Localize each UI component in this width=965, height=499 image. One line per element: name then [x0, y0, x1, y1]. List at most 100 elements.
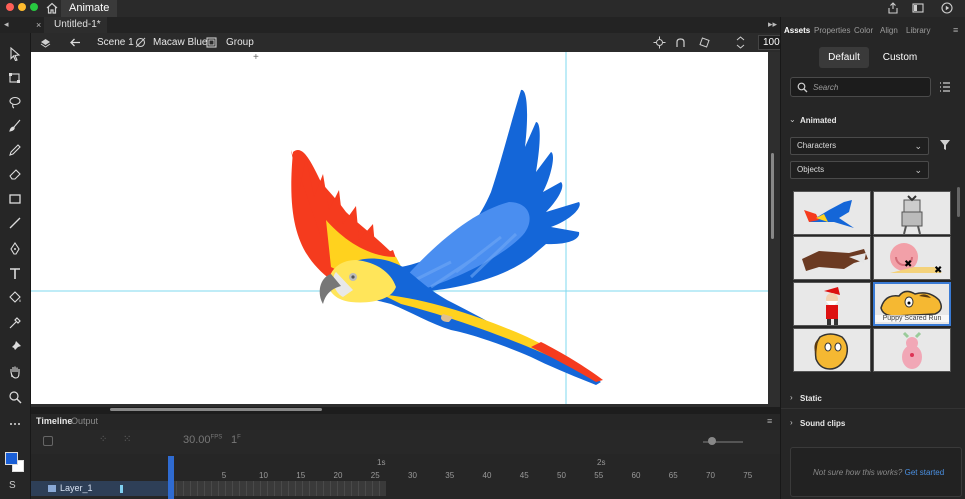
timeline-menu-icon[interactable]: ≡: [767, 416, 772, 426]
brush-icon[interactable]: [8, 119, 22, 133]
paint-bucket-icon[interactable]: [8, 291, 22, 305]
current-frame-display[interactable]: 1F: [231, 434, 241, 446]
clip-content-icon[interactable]: [674, 36, 687, 49]
home-icon[interactable]: [46, 2, 58, 14]
fill-color-swatch[interactable]: [5, 452, 18, 465]
text-icon[interactable]: [8, 267, 22, 281]
section-static[interactable]: Static: [800, 394, 822, 403]
lasso-icon[interactable]: [8, 95, 22, 109]
stage-horizontal-scrollbar[interactable]: [110, 408, 322, 411]
asset-thumb-macaw[interactable]: [793, 191, 871, 235]
tab-assets[interactable]: Assets: [784, 26, 810, 35]
chevron-down-icon[interactable]: ⌄: [789, 115, 796, 124]
close-window-button[interactable]: [6, 3, 14, 11]
ruler-tick-label: 30: [408, 471, 417, 480]
section-sound-clips[interactable]: Sound clips: [800, 419, 845, 428]
expand-panel-icon[interactable]: ▸▸: [768, 19, 777, 30]
close-tab-icon[interactable]: ×: [36, 20, 41, 30]
zoom-icon[interactable]: [8, 390, 22, 404]
ruler-tick-label: 10: [259, 471, 268, 480]
eraser-icon[interactable]: [8, 167, 22, 181]
stage-vertical-scrollbar[interactable]: [771, 153, 774, 239]
swap-colors-icon[interactable]: S: [9, 480, 16, 491]
more-icon[interactable]: [8, 417, 22, 431]
asset-thumb-snail[interactable]: ✖ ✖: [873, 236, 951, 280]
playhead[interactable]: [168, 456, 174, 499]
pen-icon[interactable]: [8, 242, 22, 256]
default-assets-button[interactable]: Default: [819, 47, 869, 68]
macaw-illustration[interactable]: +: [31, 52, 768, 404]
chevron-down-icon: ⌄: [914, 141, 922, 151]
symbol-breadcrumb[interactable]: Macaw Blue: [153, 33, 207, 52]
group-breadcrumb[interactable]: Group: [226, 33, 254, 52]
get-started-link[interactable]: Get started: [905, 468, 945, 477]
asset-thumb-pig[interactable]: [873, 328, 951, 372]
tab-color[interactable]: Color: [854, 26, 873, 35]
ruler-tick-label: 20: [333, 471, 343, 480]
onion-skin-icon[interactable]: [43, 436, 53, 446]
chevron-right-icon[interactable]: ›: [790, 393, 793, 402]
layers-icon[interactable]: ⁘: [99, 434, 107, 445]
layer-frames[interactable]: [170, 481, 386, 496]
minimize-window-button[interactable]: [18, 3, 26, 11]
search-box: [790, 77, 931, 97]
pencil-icon[interactable]: [8, 143, 22, 157]
back-arrow-icon[interactable]: [69, 36, 82, 49]
svg-text:✖: ✖: [904, 259, 912, 270]
tab-timeline[interactable]: Timeline: [36, 414, 72, 428]
ruler-tick-label: 50: [557, 471, 566, 480]
symbol-stack-icon[interactable]: [39, 36, 52, 49]
timeline-zoom-knob[interactable]: [708, 437, 716, 445]
free-transform-icon[interactable]: [8, 71, 22, 85]
assets-scrollbar[interactable]: [957, 187, 960, 217]
select-tool-icon[interactable]: [8, 46, 22, 62]
panel-menu-icon[interactable]: ≡: [953, 25, 958, 35]
pin-icon[interactable]: [8, 340, 22, 354]
edit-bar: Scene 1 Macaw Blue Group 100% ⌄: [31, 33, 800, 52]
list-view-icon[interactable]: [939, 81, 951, 93]
custom-assets-button[interactable]: Custom: [875, 47, 925, 68]
asset-thumb-robot[interactable]: [873, 191, 951, 235]
characters-dropdown[interactable]: Characters ⌄: [790, 137, 929, 155]
tab-align[interactable]: Align: [880, 26, 898, 35]
search-input[interactable]: [813, 81, 923, 94]
asset-thumb-dog[interactable]: [793, 328, 871, 372]
objects-dropdown[interactable]: Objects ⌄: [790, 161, 929, 179]
stage-canvas[interactable]: +: [31, 52, 768, 404]
chevron-right-icon[interactable]: ›: [790, 418, 793, 427]
ruler-tick-label: 65: [668, 471, 678, 480]
camera-icon[interactable]: ⁙: [123, 434, 131, 445]
asset-thumb-santa[interactable]: [793, 282, 871, 326]
fit-stage-icon[interactable]: [734, 36, 747, 49]
ruler-tick-label: 40: [482, 471, 492, 480]
collapse-toolbar-icon[interactable]: ◂: [4, 19, 9, 30]
eyedropper-icon[interactable]: [8, 316, 22, 330]
panel-icon[interactable]: [912, 2, 924, 14]
rotate-stage-icon[interactable]: [698, 36, 711, 49]
line-icon[interactable]: [8, 216, 22, 230]
divider: [781, 408, 965, 409]
rectangle-icon[interactable]: [8, 192, 22, 206]
layer-name[interactable]: Layer_1: [60, 481, 93, 496]
scene-breadcrumb[interactable]: Scene 1: [97, 33, 134, 52]
layer-outline-icon[interactable]: [120, 485, 123, 493]
ruler-tick-label: 5: [221, 471, 227, 480]
section-animated[interactable]: Animated: [800, 116, 836, 125]
zoom-window-button[interactable]: [30, 3, 38, 11]
ruler-tick-label: 75: [743, 471, 753, 480]
ruler-tick-label: 15: [296, 471, 306, 480]
tab-untitled-1[interactable]: Untitled-1*: [44, 17, 107, 33]
center-stage-icon[interactable]: [653, 36, 666, 49]
filter-icon[interactable]: [939, 139, 951, 151]
hand-icon[interactable]: [8, 365, 22, 379]
fps-display[interactable]: 30.00FPS: [183, 434, 222, 446]
tab-output[interactable]: Output: [71, 414, 98, 428]
share-icon[interactable]: [887, 2, 899, 14]
layer-row[interactable]: Layer_1: [31, 481, 168, 496]
asset-thumb-puppy-scared-run[interactable]: Puppy Scared Run: [873, 282, 951, 326]
tools-panel: S: [0, 33, 31, 499]
tab-library[interactable]: Library: [906, 26, 930, 35]
tab-properties[interactable]: Properties: [814, 26, 850, 35]
asset-thumb-wolf[interactable]: [793, 236, 871, 280]
play-icon[interactable]: [941, 2, 953, 14]
